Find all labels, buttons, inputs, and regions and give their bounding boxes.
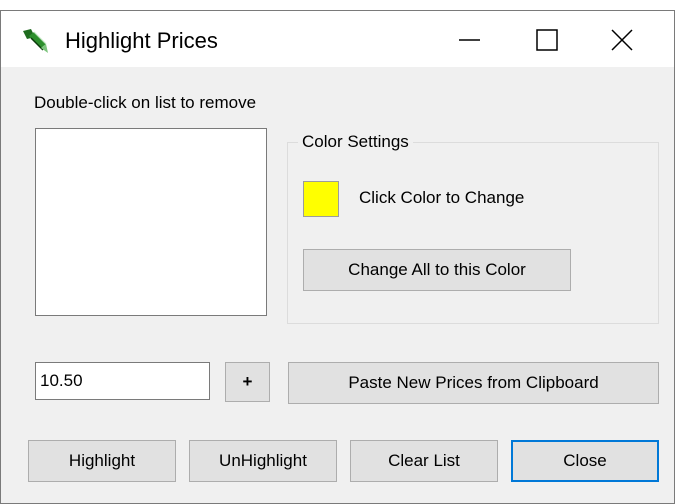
list-hint-label: Double-click on list to remove (34, 93, 257, 112)
page-top-strip (0, 0, 675, 10)
change-all-color-button[interactable]: Change All to this Color (303, 249, 571, 291)
highlighter-icon (21, 27, 51, 55)
title-bar[interactable]: Highlight Prices (1, 11, 674, 67)
window-title: Highlight Prices (65, 28, 218, 53)
highlight-button[interactable]: Highlight (28, 440, 176, 482)
color-settings-title: Color Settings (298, 132, 413, 152)
clear-list-button[interactable]: Clear List (350, 440, 498, 482)
close-button[interactable]: Close (511, 440, 659, 482)
color-swatch[interactable] (303, 181, 339, 217)
add-price-button[interactable]: + (225, 362, 270, 402)
paste-prices-button[interactable]: Paste New Prices from Clipboard (288, 362, 659, 404)
highlight-prices-window: Highlight Prices Double-click on list to… (0, 10, 675, 504)
minimize-button[interactable] (425, 11, 517, 67)
color-swatch-label: Click Color to Change (359, 188, 525, 207)
price-input[interactable] (35, 362, 210, 400)
unhighlight-button[interactable]: UnHighlight (189, 440, 337, 482)
close-icon (611, 29, 633, 51)
close-window-button[interactable] (584, 11, 674, 67)
price-listbox[interactable] (35, 128, 267, 316)
minimize-icon (459, 39, 480, 41)
color-settings-group (287, 142, 659, 324)
